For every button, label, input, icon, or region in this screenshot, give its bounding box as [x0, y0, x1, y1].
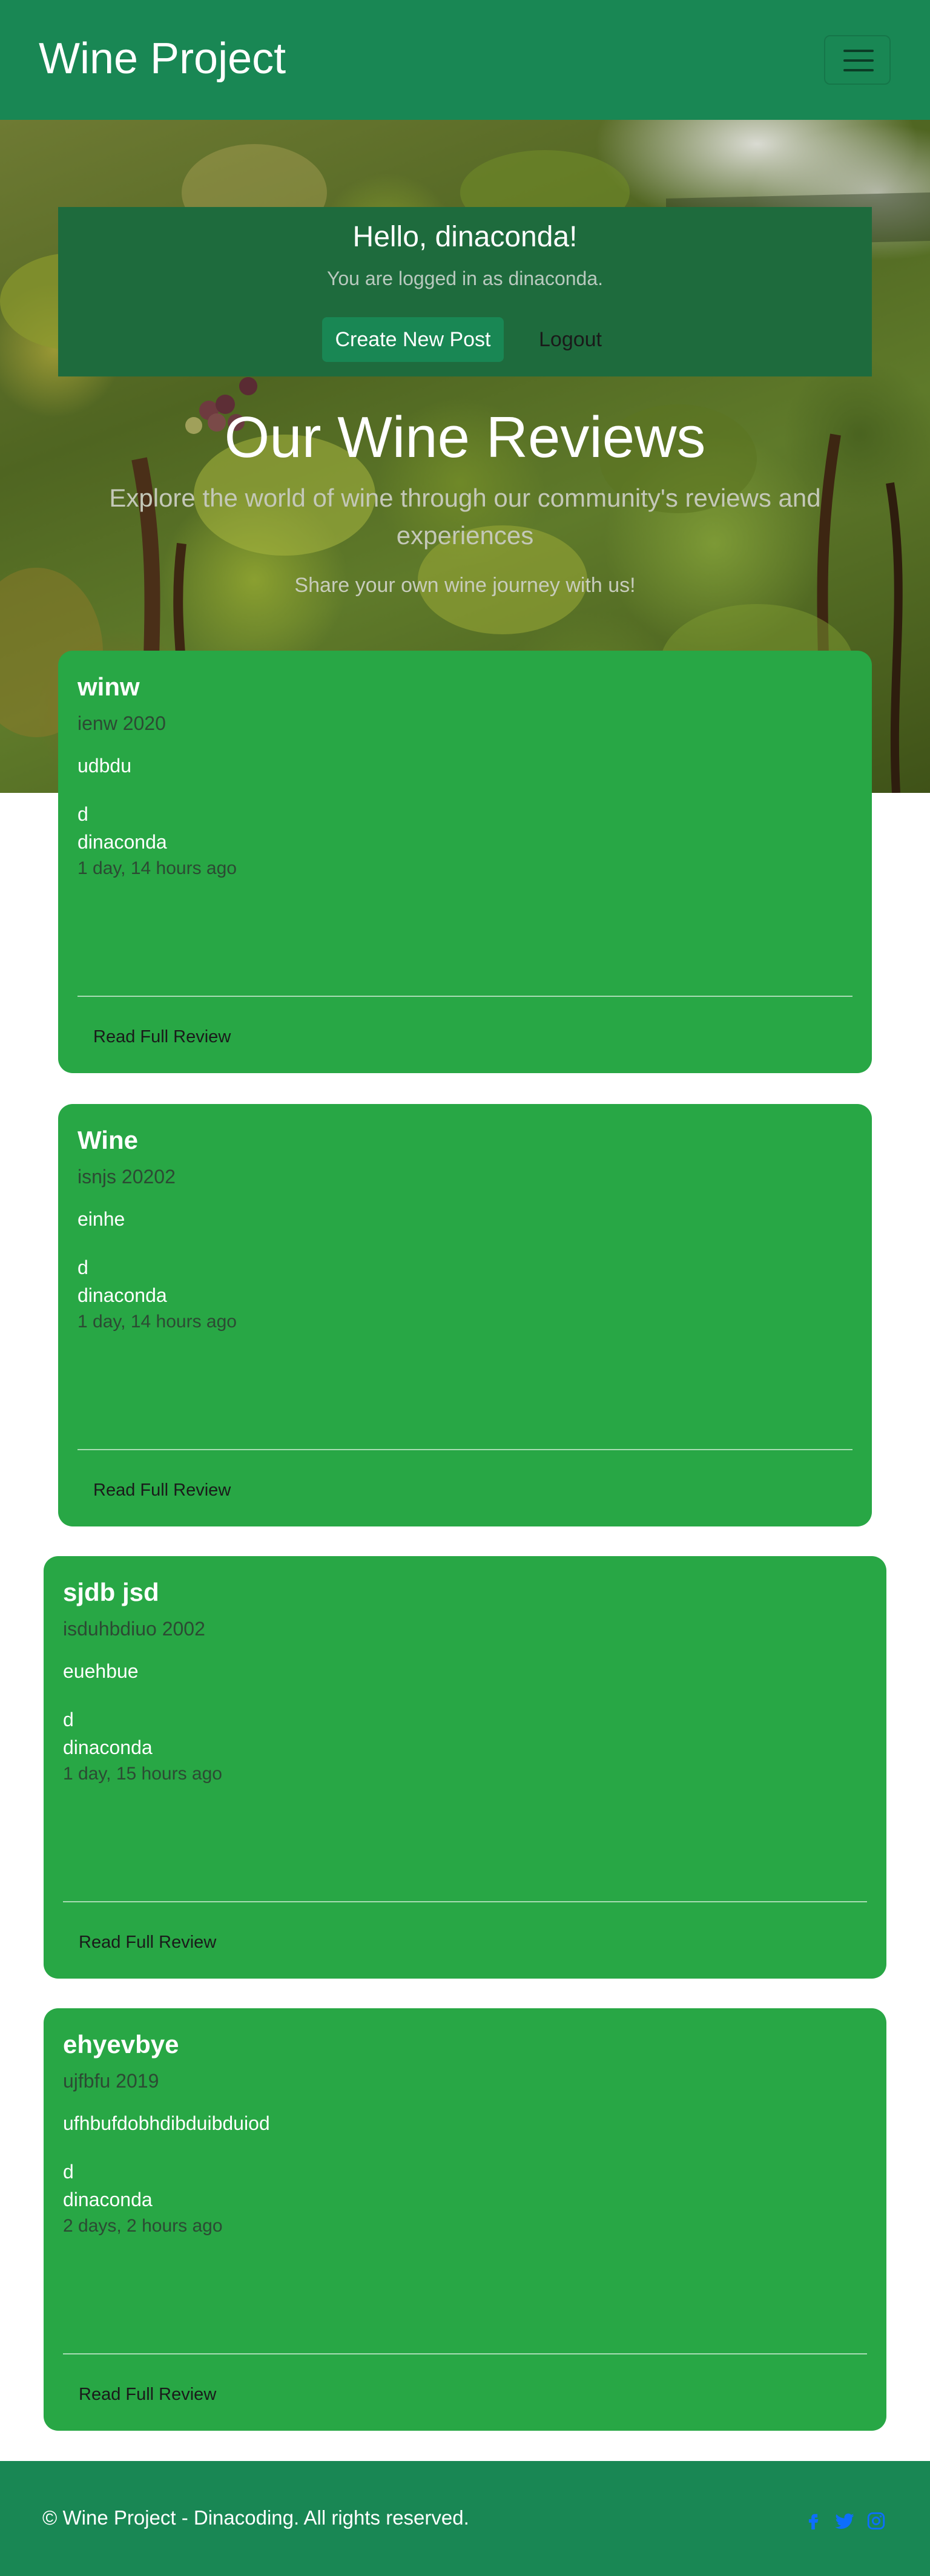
welcome-panel: Hello, dinaconda! You are logged in as d…	[58, 207, 872, 376]
review-author: dinaconda	[78, 1284, 167, 1306]
read-full-review-button[interactable]: Read Full Review	[63, 1924, 232, 1960]
menu-toggle-button[interactable]	[824, 35, 891, 85]
review-card: Wine isnjs 20202 einhe d dinaconda 1 day…	[58, 1104, 872, 1526]
footer: © Wine Project - Dinacoding. All rights …	[0, 2461, 930, 2576]
facebook-icon[interactable]	[803, 2511, 823, 2531]
logout-button[interactable]: Logout	[522, 317, 619, 362]
create-new-post-button[interactable]: Create New Post	[322, 317, 504, 362]
review-extra: d	[78, 1257, 88, 1278]
twitter-icon[interactable]	[834, 2511, 855, 2531]
read-full-review-button[interactable]: Read Full Review	[78, 1019, 246, 1055]
review-title: winw	[78, 672, 140, 701]
review-body: einhe	[78, 1208, 125, 1230]
review-extra: d	[63, 2161, 74, 2183]
page-title: Our Wine Reviews	[224, 405, 706, 470]
review-wine: ujfbfu 2019	[63, 2070, 159, 2092]
greeting-heading: Hello, dinaconda!	[352, 221, 578, 253]
review-body: euehbue	[63, 1660, 139, 1682]
read-full-review-button[interactable]: Read Full Review	[78, 1472, 246, 1508]
card-divider	[63, 2353, 867, 2354]
review-author: dinaconda	[63, 1736, 153, 1758]
review-timestamp: 1 day, 14 hours ago	[78, 1312, 237, 1332]
hero-subtitle: Explore the world of wine through our co…	[109, 484, 821, 550]
review-title: ehyevbye	[63, 2030, 179, 2058]
review-body: udbdu	[78, 755, 131, 777]
card-divider	[63, 1901, 867, 1902]
instagram-icon[interactable]	[866, 2511, 886, 2531]
review-extra: d	[78, 803, 88, 825]
card-divider	[78, 1449, 852, 1450]
review-body: ufhbufdobhdibduibduiod	[63, 2112, 270, 2134]
review-timestamp: 1 day, 15 hours ago	[63, 1764, 222, 1784]
card-divider	[78, 996, 852, 997]
review-wine: ienw 2020	[78, 712, 166, 734]
review-title: sjdb jsd	[63, 1578, 159, 1606]
review-timestamp: 1 day, 14 hours ago	[78, 858, 237, 878]
review-card: ehyevbye ujfbfu 2019 ufhbufdobhdibduibdu…	[44, 2008, 886, 2431]
review-author: dinaconda	[63, 2189, 153, 2210]
read-full-review-button[interactable]: Read Full Review	[63, 2376, 232, 2413]
review-author: dinaconda	[78, 831, 167, 853]
review-title: Wine	[78, 1126, 138, 1154]
review-wine: isduhbdiuo 2002	[63, 1618, 205, 1640]
brand-link[interactable]: Wine Project	[39, 31, 286, 86]
hero-cta-text: Share your own wine journey with us!	[294, 574, 636, 597]
copyright-text: © Wine Project - Dinacoding. All rights …	[42, 2506, 469, 2529]
navbar: Wine Project	[0, 0, 930, 120]
review-wine: isnjs 20202	[78, 1166, 176, 1188]
review-extra: d	[63, 1709, 74, 1730]
logged-in-status: You are logged in as dinaconda.	[326, 268, 604, 289]
review-timestamp: 2 days, 2 hours ago	[63, 2216, 223, 2236]
review-card: winw ienw 2020 udbdu d dinaconda 1 day, …	[58, 651, 872, 1073]
review-card: sjdb jsd isduhbdiuo 2002 euehbue d dinac…	[44, 1556, 886, 1979]
